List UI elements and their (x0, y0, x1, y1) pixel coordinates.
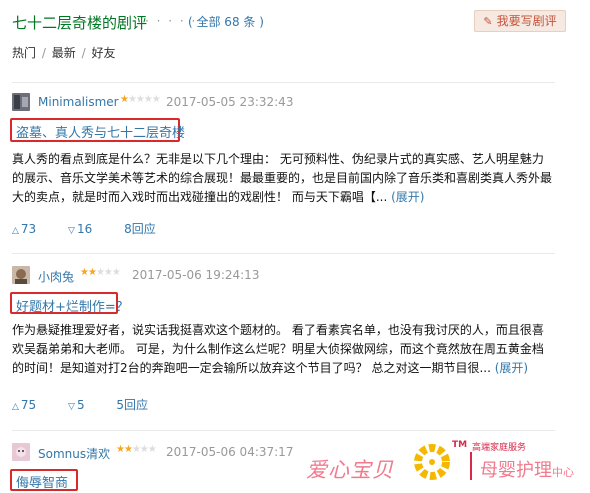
downvote-button[interactable]: ▽ 16 (68, 222, 106, 236)
pencil-icon: ✎ (483, 15, 493, 28)
review-timestamp: 2017-05-06 19:24:13 (132, 268, 260, 282)
review-excerpt: 真人秀的看点到底是什么？无非是以下几个理由： 无可预料性、伪纪录片式的真实感、艺… (12, 150, 552, 207)
review-excerpt-text: 作为悬疑推理爱好者，说实话我挺喜欢这个题材的。 看了看素宾名单，也没有我讨厌的人… (12, 323, 544, 375)
all-reviews-count-link[interactable]: ( 全部 68 条 ) (188, 13, 264, 30)
upvote-button[interactable]: △ 73 (12, 222, 50, 236)
star-rating: ★★★★★ (80, 267, 121, 278)
avatar[interactable] (12, 266, 30, 284)
watermark-subtitle: 高端家庭服务 (472, 443, 527, 453)
watermark-right-small: 中心 (552, 466, 574, 479)
star-rating: ★★★★★ (120, 94, 161, 105)
review-title-link[interactable]: 盗墓、真人秀与七十二层奇楼 (16, 122, 185, 141)
replies-link[interactable]: 5回应 (116, 398, 148, 412)
review-username[interactable]: Minimalismer (38, 95, 119, 109)
review-title-link[interactable]: 好题材+烂制作=？ (16, 296, 129, 315)
upvote-count: 73 (20, 222, 37, 236)
sort-friends-link[interactable]: 好友 (91, 46, 115, 60)
divider (12, 253, 555, 254)
divider (12, 430, 555, 431)
sort-latest-link[interactable]: 最新 (52, 46, 76, 60)
review-title-link[interactable]: 侮辱智商 (16, 472, 68, 491)
thumb-down-icon: ▽ (68, 402, 75, 412)
watermark-logo: 爱心宝贝 TM 高端家庭服务 母婴护理中心 (300, 436, 585, 491)
review-username[interactable]: Somnus清欢 (38, 445, 110, 462)
review-meta: 小肉兔 ★★★★★ 2017-05-06 19:24:13 (12, 265, 558, 285)
review-excerpt-text: 真人秀的看点到底是什么？无非是以下几个理由： 无可预料性、伪纪录片式的真实感、艺… (12, 152, 553, 204)
review-actions: △ 73 ▽ 16 8回应 (12, 220, 170, 237)
review-timestamp: 2017-05-05 23:32:43 (166, 95, 294, 109)
expand-link[interactable]: (展开) (495, 361, 528, 375)
avatar[interactable] (12, 443, 30, 461)
watermark-left-text: 爱心宝贝 (306, 458, 394, 482)
replies-link[interactable]: 8回应 (124, 222, 156, 236)
sort-separator: / (81, 46, 86, 60)
star-rating: ★★★★★ (116, 444, 157, 455)
watermark-divider (470, 452, 472, 480)
divider (12, 82, 555, 83)
watermark-right-text: 母婴护理中心 (480, 456, 574, 482)
upvote-count: 75 (20, 398, 37, 412)
trademark-label: TM (452, 440, 468, 450)
review-item: Minimalismer ★★★★★ 2017-05-05 23:32:43 盗… (10, 92, 558, 242)
review-excerpt: 作为悬疑推理爱好者，说实话我挺喜欢这个题材的。 看了看素宾名单，也没有我讨厌的人… (12, 321, 552, 378)
review-username[interactable]: 小肉兔 (38, 268, 74, 285)
expand-link[interactable]: (展开) (391, 190, 424, 204)
upvote-button[interactable]: △ 75 (12, 398, 50, 412)
review-section-header: 七十二层奇楼的剧评 · · · · · · ( 全部 68 条 ) ✎ 我要写剧评 (12, 10, 578, 36)
thumb-down-icon: ▽ (68, 226, 75, 236)
sort-hot-link[interactable]: 热门 (12, 46, 36, 60)
downvote-count: 5 (76, 398, 85, 412)
thumb-up-icon: △ (12, 402, 19, 412)
review-timestamp: 2017-05-06 04:37:17 (166, 445, 294, 459)
downvote-count: 16 (76, 222, 93, 236)
sun-logo-icon (414, 444, 450, 480)
sort-tabs: 热门 / 最新 / 好友 (12, 44, 115, 61)
section-title: 七十二层奇楼的剧评 (12, 14, 148, 32)
thumb-up-icon: △ (12, 226, 19, 236)
write-review-button[interactable]: ✎ 我要写剧评 (474, 10, 566, 32)
watermark-right-main: 母婴护理 (480, 460, 552, 481)
review-meta: Minimalismer ★★★★★ 2017-05-05 23:32:43 (12, 92, 558, 112)
review-actions: △ 75 ▽ 5 5回应 (12, 396, 162, 413)
downvote-button[interactable]: ▽ 5 (68, 398, 99, 412)
write-review-label: 我要写剧评 (496, 14, 557, 28)
review-item: 小肉兔 ★★★★★ 2017-05-06 19:24:13 好题材+烂制作=？ … (10, 265, 558, 415)
sort-separator: / (41, 46, 46, 60)
avatar[interactable] (12, 93, 30, 111)
